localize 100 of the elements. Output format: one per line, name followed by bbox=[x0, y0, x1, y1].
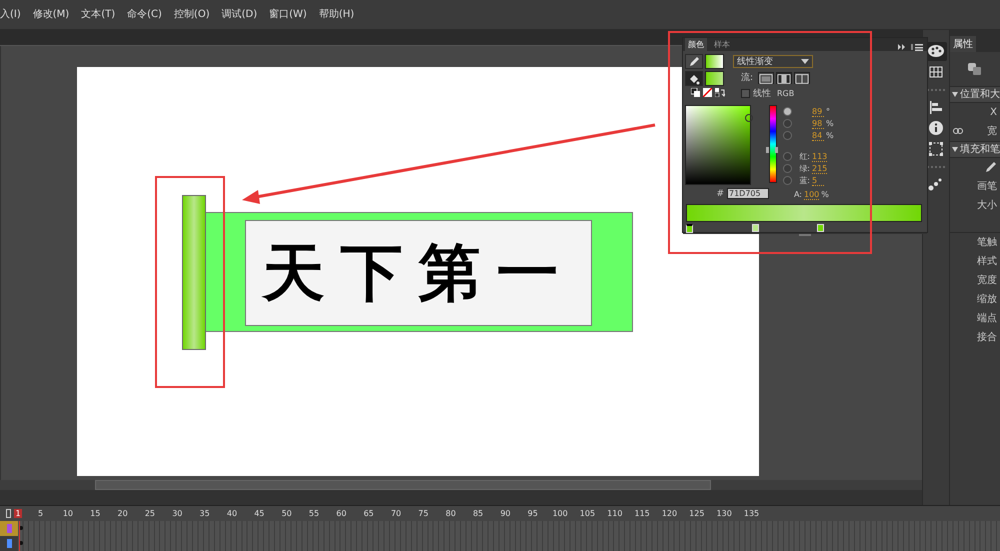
value-field[interactable]: 215 bbox=[812, 164, 828, 174]
frame-number[interactable]: 110 bbox=[601, 508, 628, 518]
panel-tab[interactable]: 颜色 bbox=[685, 38, 707, 51]
frame-number[interactable]: 75 bbox=[410, 508, 438, 518]
layer-header[interactable] bbox=[0, 520, 18, 536]
hue-thumb-icon[interactable] bbox=[766, 147, 778, 154]
frame-number[interactable]: 125 bbox=[683, 508, 710, 518]
frame-number[interactable]: 120 bbox=[656, 508, 684, 518]
menu-item[interactable]: 帮助(H) bbox=[318, 7, 364, 22]
unit-label: ° bbox=[826, 107, 830, 116]
panel-tab[interactable]: 样本 bbox=[711, 38, 733, 51]
swap-colors-icon[interactable] bbox=[715, 88, 725, 97]
collapse-icon bbox=[897, 43, 907, 51]
menu-item[interactable]: 修改(M) bbox=[32, 7, 78, 22]
property-label: 宽 bbox=[987, 124, 997, 138]
property-label: 端点 bbox=[977, 312, 997, 326]
value-field[interactable]: 98 bbox=[812, 118, 824, 128]
unit-label: % bbox=[826, 119, 834, 128]
property-label: 笔触 bbox=[977, 236, 997, 250]
frame-number[interactable]: 105 bbox=[574, 508, 602, 518]
gradient-stop[interactable] bbox=[686, 224, 693, 233]
hue-slider[interactable] bbox=[769, 105, 777, 183]
fill-type-dropdown[interactable]: 线性渐变 bbox=[733, 55, 813, 68]
gradient-flow-icon bbox=[795, 72, 810, 84]
frame-number[interactable]: 60 bbox=[328, 508, 356, 518]
menu-item[interactable]: 调试(D) bbox=[222, 7, 266, 22]
expand-arrow-icon bbox=[952, 92, 958, 97]
radio-button[interactable] bbox=[783, 152, 792, 161]
expand-arrow-icon bbox=[952, 146, 958, 152]
frame-number[interactable]: 20 bbox=[108, 508, 136, 518]
frame-number[interactable]: 10 bbox=[54, 508, 82, 518]
alpha-field[interactable]: 100 bbox=[804, 190, 820, 200]
frame-number[interactable]: 130 bbox=[710, 508, 738, 518]
menu-item[interactable]: 文本(T) bbox=[81, 7, 124, 22]
frame-number[interactable]: 25 bbox=[136, 508, 164, 518]
section-header[interactable]: 位置和大 bbox=[950, 86, 1000, 103]
frame-number[interactable]: 35 bbox=[190, 508, 218, 518]
frame-number[interactable]: 65 bbox=[355, 508, 382, 518]
menu-item[interactable]: 入(I) bbox=[0, 7, 30, 22]
property-label: 宽度 bbox=[977, 274, 997, 288]
property-label: 样式 bbox=[977, 254, 997, 268]
gradient-bar[interactable] bbox=[686, 204, 922, 222]
frame-number[interactable]: 100 bbox=[546, 508, 574, 518]
gradient-flow-icon bbox=[759, 72, 774, 84]
frame-number[interactable]: 40 bbox=[218, 508, 246, 518]
picker-ring-icon[interactable] bbox=[745, 114, 753, 122]
radio-button[interactable] bbox=[783, 164, 792, 173]
frame-number[interactable]: 80 bbox=[437, 508, 464, 518]
value-field[interactable]: 113 bbox=[812, 152, 828, 162]
hex-label: # bbox=[716, 188, 724, 198]
gradient-flow-button[interactable] bbox=[776, 72, 792, 84]
frame-number[interactable]: 15 bbox=[82, 508, 109, 518]
alpha-label: A: bbox=[792, 190, 802, 199]
value-field[interactable]: 84 bbox=[812, 130, 824, 140]
hex-field[interactable]: 71D705 bbox=[727, 188, 769, 199]
flow-label: 流: bbox=[741, 72, 754, 84]
fill-swatch[interactable] bbox=[705, 71, 724, 86]
menu-item[interactable]: 命令(C) bbox=[127, 7, 171, 22]
radio-button[interactable] bbox=[783, 119, 792, 128]
layer-header[interactable] bbox=[0, 536, 18, 551]
radio-button[interactable] bbox=[783, 131, 792, 140]
panel-tab[interactable]: 属性 bbox=[950, 36, 976, 52]
paint-bucket-icon bbox=[688, 72, 700, 84]
frame-number[interactable]: 30 bbox=[164, 508, 191, 518]
fill-color-button[interactable] bbox=[685, 71, 703, 86]
gradient-flow-button[interactable] bbox=[758, 72, 774, 84]
stroke-color-button[interactable] bbox=[685, 54, 703, 69]
frame-number[interactable]: 70 bbox=[382, 508, 410, 518]
stroke-swatch[interactable] bbox=[705, 54, 724, 69]
gradient-flow-button[interactable] bbox=[794, 72, 810, 84]
frame-number[interactable]: 90 bbox=[492, 508, 520, 518]
frame-number[interactable]: 95 bbox=[519, 508, 546, 518]
info-icon bbox=[927, 120, 945, 136]
frame-number[interactable]: 135 bbox=[738, 508, 766, 518]
menu-item[interactable]: 窗口(W) bbox=[269, 7, 316, 22]
frame-number[interactable]: 1 bbox=[14, 508, 22, 518]
frame-number[interactable]: 50 bbox=[272, 508, 300, 518]
frame-number[interactable]: 55 bbox=[300, 508, 328, 518]
linear-rgb-checkbox[interactable] bbox=[741, 89, 750, 98]
checkbox-label: RGB bbox=[777, 89, 794, 98]
value-field[interactable]: 5 bbox=[812, 176, 824, 186]
radio-button[interactable] bbox=[783, 176, 792, 185]
radio-button[interactable] bbox=[783, 107, 792, 116]
menu-item[interactable]: 控制(O) bbox=[174, 7, 219, 22]
frame-number[interactable]: 5 bbox=[26, 508, 54, 518]
frame-number[interactable]: 45 bbox=[246, 508, 273, 518]
value-field[interactable]: 89 bbox=[812, 106, 824, 116]
color-picker-square[interactable] bbox=[685, 105, 751, 185]
menu-icon bbox=[911, 43, 923, 51]
align-icon bbox=[927, 99, 945, 116]
property-label: 大小 bbox=[977, 198, 997, 212]
default-colors-icon[interactable] bbox=[691, 88, 700, 97]
shape-icon bbox=[968, 62, 982, 75]
section-header[interactable]: 填充和笔 bbox=[950, 140, 1000, 158]
no-color-icon[interactable] bbox=[703, 88, 712, 97]
frame-number[interactable]: 85 bbox=[464, 508, 492, 518]
transform-icon bbox=[927, 141, 945, 158]
frame-number[interactable]: 115 bbox=[628, 508, 656, 518]
horizontal-scrollbar[interactable] bbox=[0, 480, 922, 490]
unit-label: % bbox=[826, 131, 834, 140]
